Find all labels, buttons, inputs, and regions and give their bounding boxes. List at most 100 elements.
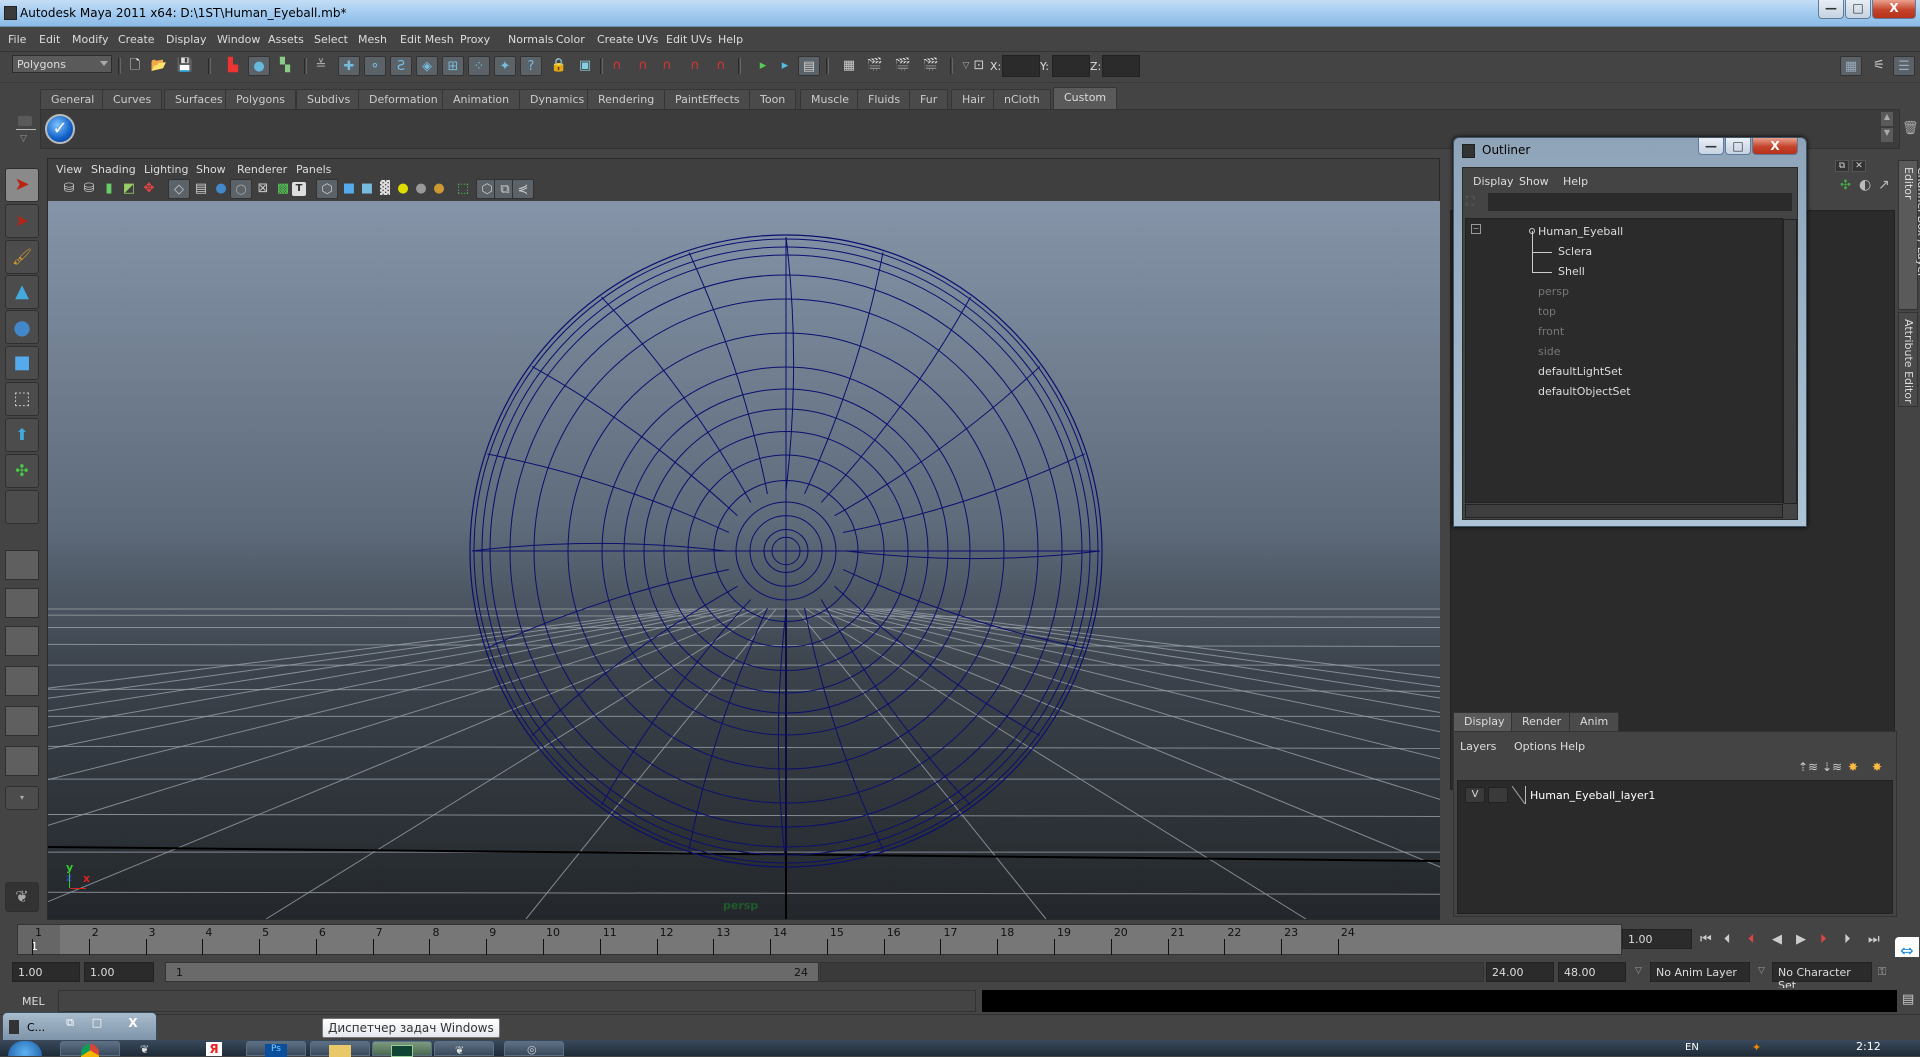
image-plane-icon[interactable]: ◩: [118, 179, 140, 199]
viewport-canvas[interactable]: y z x persp: [48, 201, 1440, 919]
menu-set-dropdown[interactable]: Polygons: [12, 55, 112, 73]
selection-mask-icon[interactable]: ≚: [310, 56, 332, 76]
select-by-component-icon[interactable]: ▚: [274, 56, 296, 76]
layer-name[interactable]: Human_Eyeball_layer1: [1530, 789, 1655, 802]
absolute-transform-icon[interactable]: ⊡: [968, 56, 990, 76]
pick-rendering-icon[interactable]: ✦: [494, 56, 516, 76]
wireframe-on-shaded-icon[interactable]: ⊠: [252, 179, 274, 199]
show-tool-settings-icon[interactable]: ⚟: [1868, 56, 1890, 76]
move-layer-down-icon[interactable]: ⇣≋: [1822, 760, 1842, 774]
snap-to-point-icon[interactable]: ∩: [656, 56, 678, 76]
minimize-button[interactable]: —: [1818, 0, 1844, 19]
menu-proxy[interactable]: Proxy: [460, 33, 490, 46]
pick-joints-icon[interactable]: ⚬: [364, 56, 386, 76]
layer-tab-display[interactable]: Display: [1453, 712, 1516, 731]
menu-assets[interactable]: Assets: [268, 33, 304, 46]
output-history-icon[interactable]: ▸: [774, 56, 796, 76]
snap-to-grid-icon[interactable]: ∩: [606, 56, 628, 76]
taskbar-explorer[interactable]: [310, 1041, 370, 1057]
character-set-field[interactable]: No Character Set: [1772, 962, 1872, 992]
minimized-window[interactable]: C... ⧉ □ X: [2, 1012, 157, 1042]
shelf-tab-general[interactable]: General: [40, 89, 106, 109]
range-slider[interactable]: 1 24: [165, 962, 819, 982]
input-history-icon[interactable]: ▸: [752, 56, 774, 76]
layer-color-swatch[interactable]: [1512, 786, 1526, 804]
channel-box-shading-icon[interactable]: ◐: [1859, 177, 1871, 193]
2d-pan-zoom-icon[interactable]: ✥: [138, 179, 160, 199]
panel-menu-renderer[interactable]: Renderer: [237, 163, 287, 176]
select-by-object-icon[interactable]: ●: [248, 56, 270, 76]
menu-file[interactable]: File: [8, 33, 26, 46]
start-time-field[interactable]: 1.00: [12, 962, 80, 982]
outliner-item-defaultLightSet[interactable]: defaultLightSet: [1466, 363, 1782, 381]
shelf-tab-painteffects[interactable]: PaintEffects: [664, 89, 751, 109]
persp-graph-layout-icon[interactable]: [5, 666, 39, 696]
menu-edit[interactable]: Edit: [39, 33, 60, 46]
shelf-tab-custom[interactable]: Custom: [1053, 87, 1118, 109]
layer-tab-anim[interactable]: Anim: [1569, 712, 1620, 731]
textured-icon[interactable]: ▩: [272, 179, 294, 199]
step-back-key-icon[interactable]: ⏴: [1748, 932, 1755, 947]
tab-channel-box-layer-editor[interactable]: Channel Box / Layer Editor: [1898, 160, 1920, 310]
time-slider-track[interactable]: 1 1 2 3 4 5 6 7 8 9 10 11 12 13 14 15 16 17 18 19 20 21 22 23 2…: [17, 924, 1622, 955]
filter-icon[interactable]: ⛶: [1466, 194, 1474, 209]
shelf-tab-curves[interactable]: Curves: [102, 89, 163, 109]
command-language-label[interactable]: MEL: [22, 995, 45, 1008]
play-backwards-icon[interactable]: ◀: [1772, 932, 1782, 947]
playback-end-field[interactable]: 24.00: [1486, 962, 1554, 982]
outliner-item-front[interactable]: front: [1466, 323, 1782, 341]
film-gate-icon[interactable]: ▤: [190, 179, 212, 199]
four-view-layout-icon[interactable]: [5, 588, 39, 618]
render-current-frame-icon[interactable]: 🎬: [864, 56, 886, 76]
menu-mesh[interactable]: Mesh: [358, 33, 387, 46]
outliner-close-button[interactable]: X: [1752, 138, 1798, 155]
more-layouts-chevron-icon[interactable]: ▾: [5, 786, 39, 810]
close-icon[interactable]: X: [118, 1016, 148, 1034]
shelf-dropdown-icon[interactable]: ▽: [20, 134, 27, 144]
outliner-menu-show[interactable]: Show: [1519, 175, 1549, 188]
anim-layer-field[interactable]: No Anim Layer: [1650, 962, 1750, 982]
menu-create[interactable]: Create: [118, 33, 155, 46]
go-to-end-icon[interactable]: ⏭: [1868, 932, 1880, 947]
shelf-tab-fluids[interactable]: Fluids: [857, 89, 912, 109]
taskbar-chrome[interactable]: [60, 1041, 120, 1057]
layer-menu-help[interactable]: Help: [1560, 740, 1585, 753]
maximize-icon[interactable]: □: [85, 1016, 109, 1034]
layer-display-type-toggle[interactable]: [1488, 787, 1508, 803]
auto-key-icon[interactable]: ⚿: [1878, 965, 1886, 979]
single-perspective-layout-icon[interactable]: [5, 550, 39, 580]
open-scene-icon[interactable]: 📂: [148, 56, 170, 76]
pick-handles-icon[interactable]: ✚: [338, 56, 360, 76]
panel-menu-show[interactable]: Show: [196, 163, 226, 176]
script-editor-icon[interactable]: ▤: [1902, 992, 1914, 1007]
shelf-tab-toon[interactable]: Toon: [749, 89, 797, 109]
pick-misc-icon[interactable]: ?: [520, 56, 542, 76]
universal-manipulator-icon[interactable]: ⬚: [5, 382, 39, 416]
anim-layer-dropdown-icon[interactable]: ▽: [1635, 966, 1642, 976]
menu-select[interactable]: Select: [314, 33, 348, 46]
show-channel-box-icon[interactable]: ☰: [1893, 56, 1915, 76]
pick-deformations-icon[interactable]: ⊞: [442, 56, 464, 76]
smooth-shade-icon[interactable]: ●: [210, 179, 232, 199]
paint-select-tool-icon[interactable]: 🖌: [5, 240, 39, 274]
shelf-tab-animation[interactable]: Animation: [442, 89, 521, 109]
scale-tool-icon[interactable]: ■: [5, 346, 39, 380]
command-input[interactable]: [58, 990, 976, 1012]
shelf-menu-button[interactable]: [18, 116, 32, 126]
soft-modification-icon[interactable]: ⬆: [5, 418, 39, 452]
last-tool-slot[interactable]: [5, 490, 39, 524]
language-indicator[interactable]: EN: [1685, 1042, 1699, 1053]
float-panel-icon[interactable]: ⧉: [1835, 160, 1849, 172]
shelf-tab-dynamics[interactable]: Dynamics: [519, 89, 596, 109]
panel-menu-view[interactable]: View: [56, 163, 82, 176]
menu-window[interactable]: Window: [217, 33, 260, 46]
clock[interactable]: 2:12: [1856, 1040, 1881, 1053]
go-to-start-icon[interactable]: ⏮: [1700, 932, 1712, 947]
outliner-vertical-scrollbar[interactable]: [1783, 219, 1797, 504]
current-time-field[interactable]: 1.00: [1622, 929, 1692, 949]
pick-curves-icon[interactable]: Ƨ: [390, 56, 412, 76]
shelf-tab-deformation[interactable]: Deformation: [358, 89, 449, 109]
step-forward-frame-icon[interactable]: ⏵: [1844, 932, 1851, 947]
outliner-filter-field[interactable]: [1488, 193, 1792, 211]
lasso-tool-icon[interactable]: ➤: [5, 204, 39, 238]
